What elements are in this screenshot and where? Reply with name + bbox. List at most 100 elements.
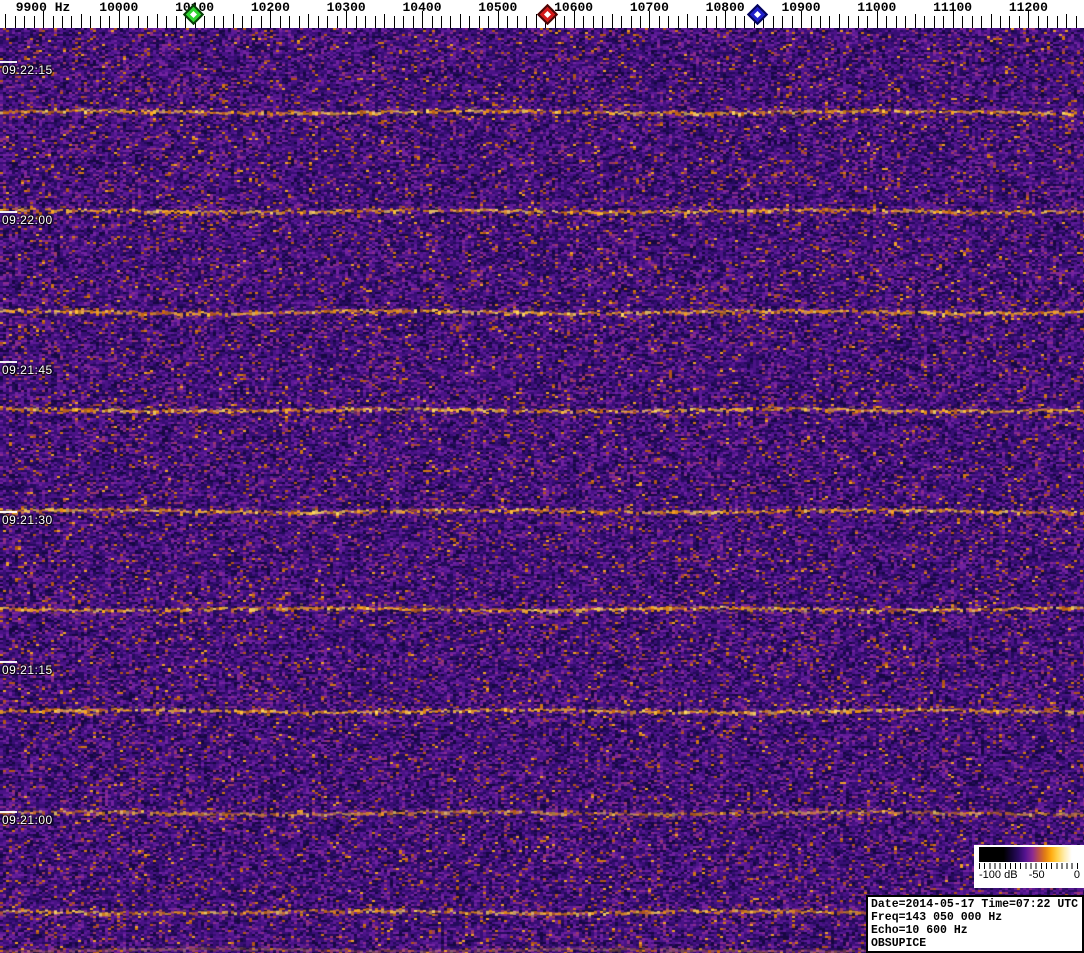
freq-tick — [526, 16, 527, 28]
info-echo-freq: Echo=10 600 Hz — [871, 924, 1082, 937]
freq-tick — [934, 16, 935, 28]
freq-tick — [62, 16, 63, 28]
freq-tick — [602, 16, 603, 28]
marker-center-dot — [189, 11, 196, 18]
freq-tick — [507, 16, 508, 28]
freq-axis-label: 10600 — [554, 0, 593, 15]
freq-axis-label: 9900 Hz — [16, 0, 71, 15]
frequency-ruler[interactable]: 9900 Hz100001010010200103001040010500106… — [0, 0, 1084, 28]
freq-tick — [375, 16, 376, 28]
freq-tick — [432, 16, 433, 28]
freq-tick — [839, 14, 840, 28]
info-station-name: OBSUPICE — [871, 937, 1082, 950]
freq-tick — [403, 16, 404, 28]
freq-tick — [479, 16, 480, 28]
freq-tick — [829, 16, 830, 28]
freq-tick — [972, 16, 973, 28]
freq-axis-label: 11100 — [933, 0, 972, 15]
freq-tick — [1009, 16, 1010, 28]
freq-tick — [308, 14, 309, 28]
freq-tick — [1057, 16, 1058, 28]
marker-center-dot — [753, 11, 760, 18]
freq-tick — [668, 16, 669, 28]
freq-tick — [782, 16, 783, 28]
freq-tick — [413, 16, 414, 28]
freq-tick — [166, 16, 167, 28]
freq-tick — [128, 16, 129, 28]
freq-tick — [631, 16, 632, 28]
freq-tick — [896, 16, 897, 28]
db-label-max: 0 — [1074, 869, 1080, 881]
freq-tick — [90, 16, 91, 28]
freq-axis-label: 11200 — [1009, 0, 1048, 15]
freq-tick — [280, 16, 281, 28]
freq-tick — [583, 16, 584, 28]
freq-tick — [848, 16, 849, 28]
info-frequency: Freq=143 050 000 Hz — [871, 911, 1082, 924]
freq-tick — [773, 16, 774, 28]
freq-tick — [858, 16, 859, 28]
freq-tick — [34, 16, 35, 28]
freq-tick — [792, 16, 793, 28]
db-label-min: -100 dB — [979, 869, 1018, 881]
freq-tick — [204, 16, 205, 28]
freq-axis-label: 10200 — [251, 0, 290, 15]
freq-tick — [716, 16, 717, 28]
freq-tick — [612, 14, 613, 28]
freq-tick — [214, 16, 215, 28]
freq-tick — [1019, 16, 1020, 28]
freq-tick — [176, 16, 177, 28]
freq-tick — [697, 16, 698, 28]
freq-tick — [53, 16, 54, 28]
freq-tick — [517, 16, 518, 28]
freq-tick — [469, 16, 470, 28]
freq-tick — [24, 16, 25, 28]
freq-tick — [15, 16, 16, 28]
freq-tick — [251, 16, 252, 28]
freq-tick — [109, 16, 110, 28]
freq-tick — [706, 16, 707, 28]
freq-tick — [564, 16, 565, 28]
freq-tick — [1066, 14, 1067, 28]
freq-tick — [384, 14, 385, 28]
freq-tick — [991, 14, 992, 28]
time-label: 09:22:00 — [2, 214, 53, 227]
freq-tick — [943, 16, 944, 28]
time-label: 09:21:15 — [2, 664, 53, 677]
freq-tick — [1038, 16, 1039, 28]
freq-tick — [318, 16, 319, 28]
freq-tick — [147, 16, 148, 28]
time-label: 09:21:00 — [2, 814, 53, 827]
freq-tick — [820, 16, 821, 28]
freq-tick — [242, 16, 243, 28]
freq-tick — [299, 16, 300, 28]
freq-marker-blue[interactable] — [746, 4, 767, 25]
freq-tick — [735, 16, 736, 28]
freq-axis-label: 10900 — [781, 0, 820, 15]
freq-tick — [460, 14, 461, 28]
freq-tick — [744, 16, 745, 28]
freq-tick — [441, 16, 442, 28]
freq-tick — [5, 14, 6, 28]
freq-tick — [981, 16, 982, 28]
freq-tick — [962, 16, 963, 28]
freq-tick — [233, 14, 234, 28]
freq-tick — [337, 16, 338, 28]
freq-axis-label: 10500 — [478, 0, 517, 15]
freq-axis-label: 10400 — [402, 0, 441, 15]
freq-tick — [640, 16, 641, 28]
freq-tick — [157, 14, 158, 28]
waterfall-display[interactable]: 09:22:15 09:22:00 09:21:45 09:21:30 09:21:15… — [0, 28, 1084, 953]
freq-tick — [1076, 16, 1077, 28]
freq-tick — [81, 14, 82, 28]
db-scale-labels: -100 dB -50 0 — [979, 869, 1082, 883]
observation-info-box: Date=2014-05-17 Time=07:22 UTC Freq=143 … — [866, 895, 1084, 953]
freq-tick — [678, 16, 679, 28]
time-label: 09:22:15 — [2, 64, 53, 77]
freq-tick — [327, 16, 328, 28]
spectrum-waterfall-app: 9900 Hz100001010010200103001040010500106… — [0, 0, 1084, 953]
spectrogram-canvas[interactable] — [0, 28, 1084, 953]
freq-tick — [394, 16, 395, 28]
freq-tick — [450, 16, 451, 28]
time-label: 09:21:45 — [2, 364, 53, 377]
